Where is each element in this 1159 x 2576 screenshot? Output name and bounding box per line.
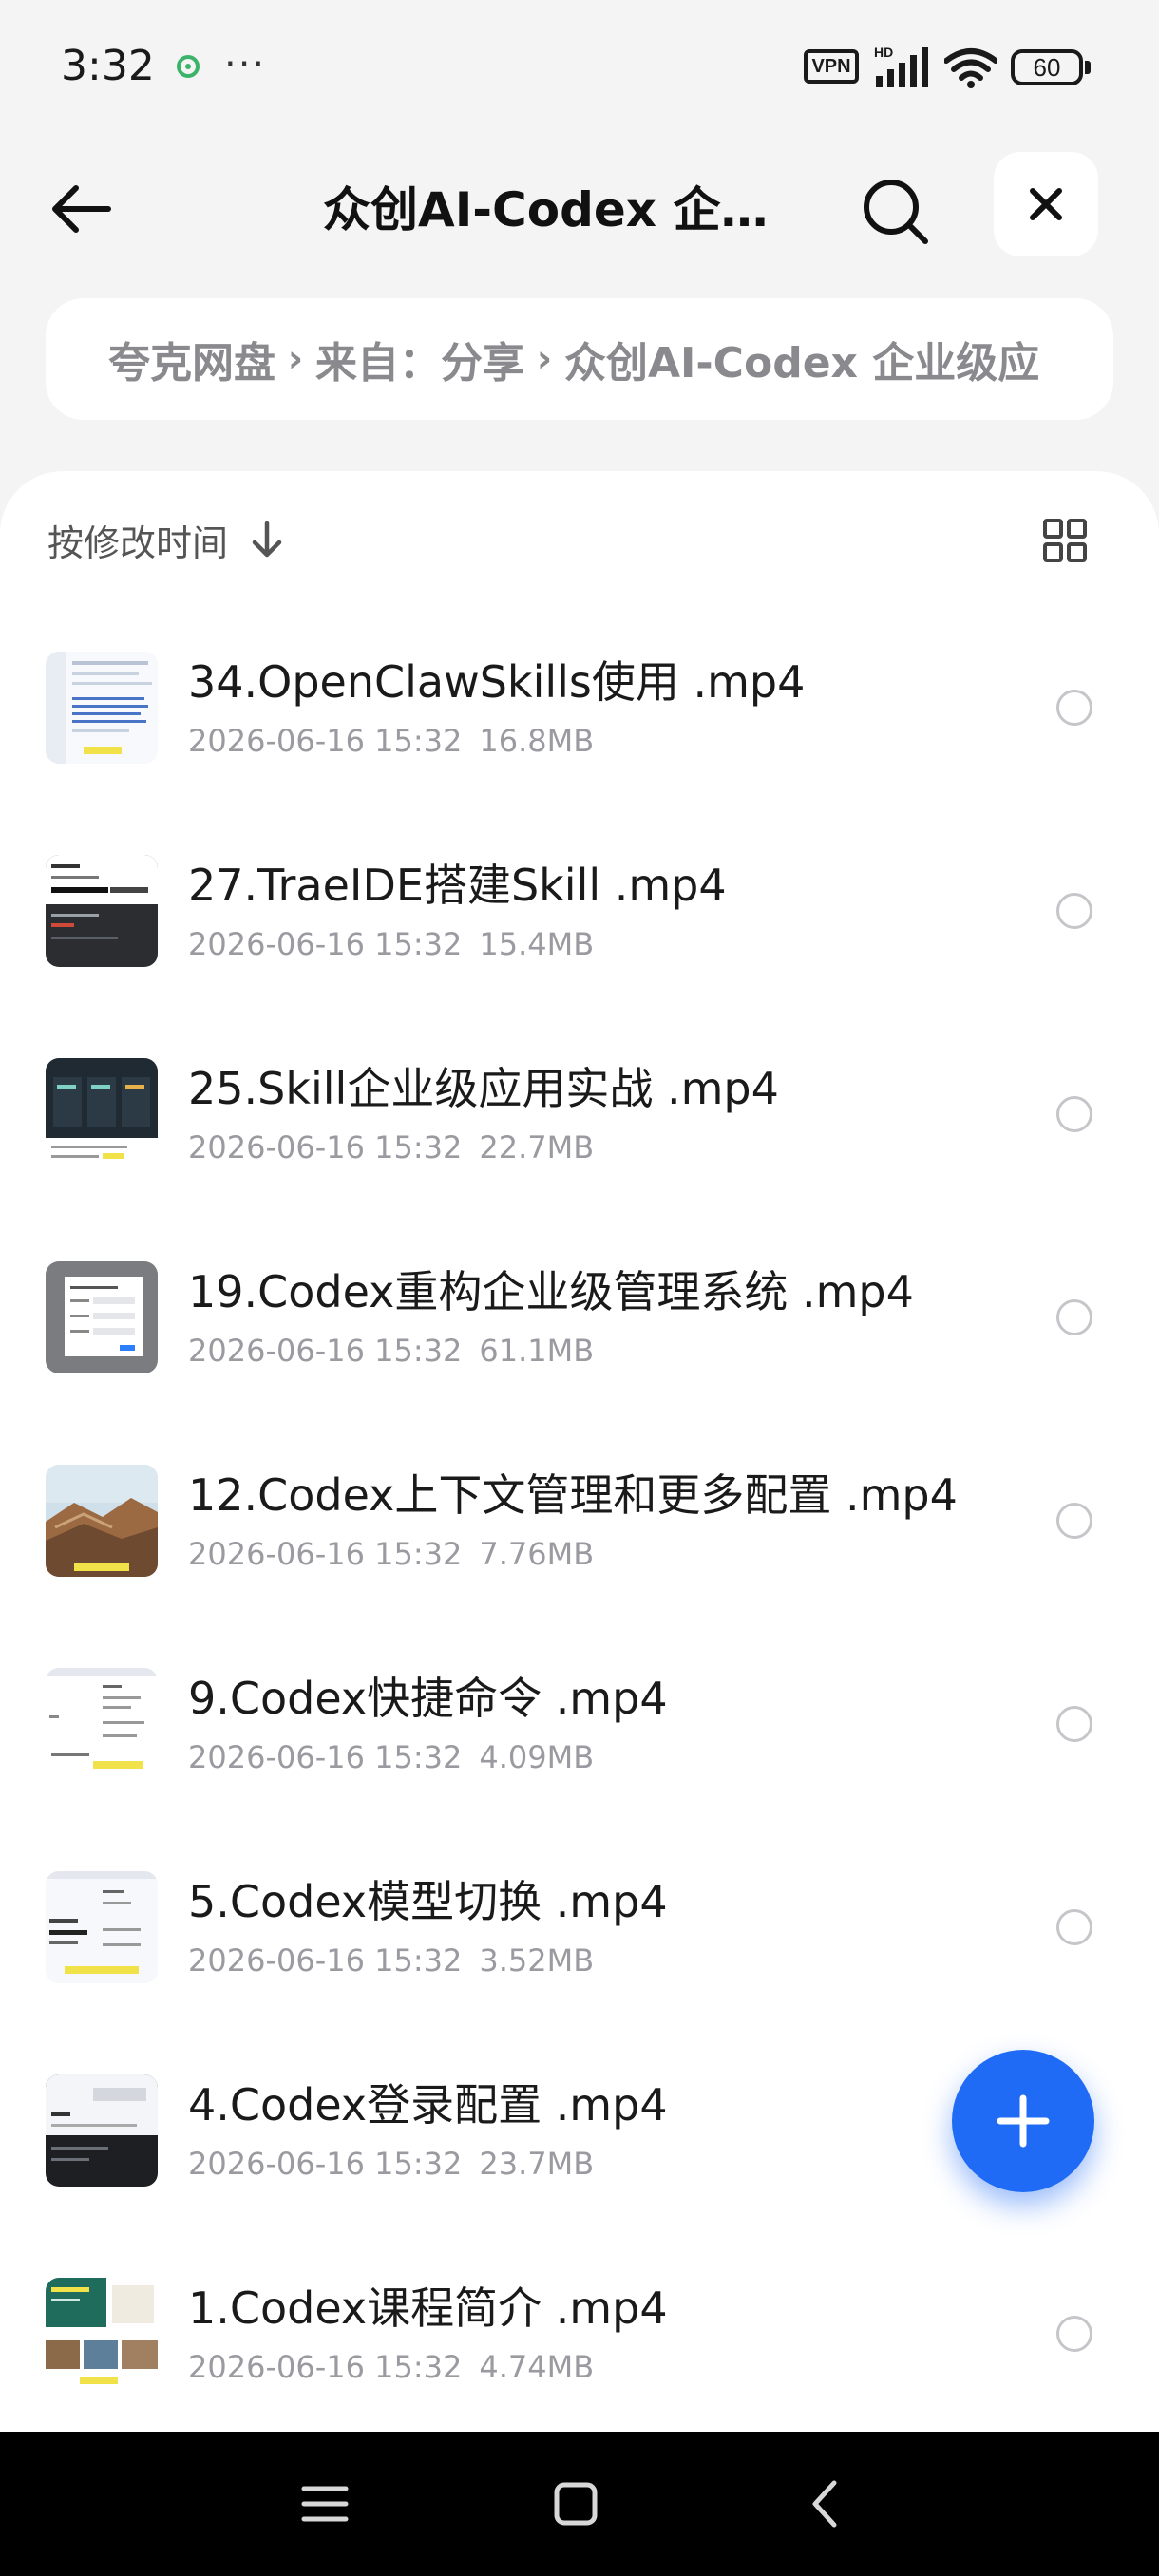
select-radio[interactable] [1056,2316,1092,2352]
nav-back-button[interactable] [798,2475,855,2532]
file-meta: 2026-06-16 15:32 61.1MB [188,1330,594,1372]
video-thumbnail [46,652,158,764]
video-thumbnail [46,1465,158,1577]
back-button[interactable] [44,171,120,247]
breadcrumb-item-root[interactable]: 夸克网盘 [108,329,276,389]
file-date: 2026-06-16 15:32 [188,723,463,759]
file-date: 2026-06-16 15:32 [188,1739,463,1775]
menu-icon [301,2486,349,2522]
select-radio[interactable] [1056,1096,1092,1132]
vpn-icon: VPN [804,49,859,84]
file-size: 3.52MB [479,1942,595,1979]
file-date: 2026-06-16 15:32 [188,1536,463,1572]
file-size: 23.7MB [479,2146,595,2182]
file-date: 2026-06-16 15:32 [188,2146,463,2182]
file-row[interactable]: 19.Codex重构企业级管理系统 .mp4 2026-06-16 15:32 6… [0,1244,1159,1448]
home-button[interactable] [547,2475,604,2532]
sort-label: 按修改时间 [48,521,229,564]
select-radio[interactable] [1056,893,1092,929]
file-date: 2026-06-16 15:32 [188,1129,463,1165]
breadcrumb: 夸克网盘 › 来自：分享 › 众创AI-Codex 企业级应 [46,298,1113,420]
search-button[interactable] [855,171,937,253]
file-row[interactable]: 34.OpenClawSkills使用 .mp4 2026-06-16 15:3… [0,635,1159,838]
file-name: 27.TraeIDE搭建Skill .mp4 [188,860,727,911]
file-date: 2026-06-16 15:32 [188,1333,463,1369]
arrow-down-icon [252,521,282,558]
breadcrumb-item-current[interactable]: 众创AI-Codex 企业级应 [564,329,1039,389]
plus-icon [997,2094,1050,2148]
video-thumbnail [46,2074,158,2187]
file-name: 12.Codex上下文管理和更多配置 .mp4 [188,1469,958,1521]
back-chevron-icon [812,2480,837,2528]
grid-view-button[interactable] [1041,517,1089,564]
cellular-signal-icon: HD [872,44,933,89]
menu-button[interactable] [296,2475,353,2532]
file-name: 34.OpenClawSkills使用 .mp4 [188,656,806,708]
close-icon [1030,188,1062,220]
search-icon [864,180,928,244]
chevron-right-icon: › [287,337,304,381]
file-size: 4.74MB [479,2349,595,2385]
file-meta: 2026-06-16 15:32 4.74MB [188,2346,594,2388]
home-icon [554,2482,598,2526]
status-time: 3:32 [61,42,155,90]
file-name: 9.Codex快捷命令 .mp4 [188,1673,668,1724]
file-meta: 2026-06-16 15:32 7.76MB [188,1533,594,1575]
battery-level: 60 [1011,49,1083,85]
video-thumbnail [46,1058,158,1170]
status-more-icon: ··· [224,43,267,86]
file-size: 7.76MB [479,1536,595,1572]
file-row[interactable]: 27.TraeIDE搭建Skill .mp4 2026-06-16 15:32 1… [0,838,1159,1041]
status-bar: 3:32 ··· VPN HD 60 [0,0,1159,133]
file-date: 2026-06-16 15:32 [188,1942,463,1979]
arrow-left-icon [52,185,111,233]
select-radio[interactable] [1056,1299,1092,1335]
video-thumbnail [46,1261,158,1373]
video-thumbnail [46,2278,158,2390]
page-title: 众创AI-Codex 企业... [323,182,798,237]
file-meta: 2026-06-16 15:32 16.8MB [188,720,594,762]
video-thumbnail [46,1871,158,1983]
video-thumbnail [46,855,158,967]
file-size: 22.7MB [479,1129,595,1165]
upload-fab-button[interactable] [952,2050,1094,2192]
file-meta: 2026-06-16 15:32 23.7MB [188,2143,594,2185]
select-radio[interactable] [1056,690,1092,726]
file-name: 4.Codex登录配置 .mp4 [188,2079,668,2131]
wifi-icon [943,47,998,89]
video-thumbnail [46,1668,158,1780]
file-size: 4.09MB [479,1739,595,1775]
header: 众创AI-Codex 企业... [0,142,1159,266]
select-radio[interactable] [1056,1706,1092,1742]
sort-button[interactable]: 按修改时间 [48,513,285,566]
file-meta: 2026-06-16 15:32 22.7MB [188,1127,594,1168]
file-name: 1.Codex课程简介 .mp4 [188,2282,668,2334]
file-size: 15.4MB [479,926,595,962]
file-size: 16.8MB [479,723,595,759]
notification-app-icon [175,53,201,80]
file-name: 5.Codex模型切换 .mp4 [188,1876,668,1927]
file-row[interactable]: 9.Codex快捷命令 .mp4 2026-06-16 15:32 4.09MB [0,1651,1159,1854]
breadcrumb-item-share[interactable]: 来自：分享 [315,329,524,389]
file-row[interactable]: 25.Skill企业级应用实战 .mp4 2026-06-16 15:32 22.… [0,1041,1159,1244]
file-row[interactable]: 5.Codex模型切换 .mp4 2026-06-16 15:32 3.52MB [0,1854,1159,2057]
battery-icon: 60 [1011,49,1091,85]
file-meta: 2026-06-16 15:32 3.52MB [188,1940,594,1981]
file-meta: 2026-06-16 15:32 4.09MB [188,1736,594,1778]
file-size: 61.1MB [479,1333,595,1369]
select-radio[interactable] [1056,1909,1092,1945]
system-nav-bar [0,2432,1159,2576]
svg-text:HD: HD [874,45,893,60]
file-name: 19.Codex重构企业级管理系统 .mp4 [188,1266,914,1317]
select-radio[interactable] [1056,1503,1092,1539]
close-button[interactable] [994,152,1098,256]
chevron-right-icon: › [536,337,553,381]
file-meta: 2026-06-16 15:32 15.4MB [188,923,594,965]
file-date: 2026-06-16 15:32 [188,2349,463,2385]
file-name: 25.Skill企业级应用实战 .mp4 [188,1063,779,1114]
grid-view-icon [1043,519,1087,562]
file-row[interactable]: 12.Codex上下文管理和更多配置 .mp4 2026-06-16 15:32… [0,1448,1159,1651]
file-date: 2026-06-16 15:32 [188,926,463,962]
